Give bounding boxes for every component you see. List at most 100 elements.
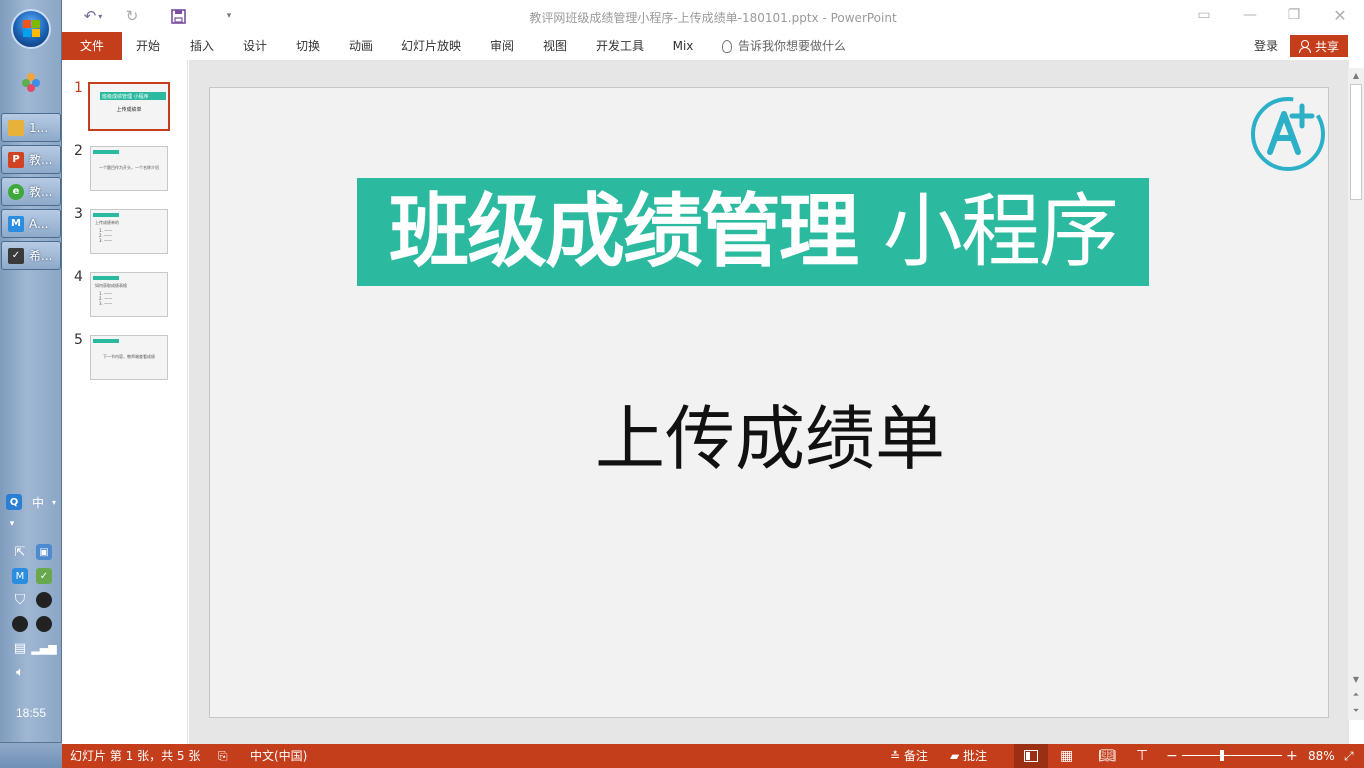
pinned-app-icon[interactable] — [22, 73, 40, 92]
app-tray-icon[interactable]: M — [12, 568, 28, 584]
status-bar: 幻灯片 第 1 张，共 5 张 ⎘ 中文(中国) ≛ 备注 ▰ 批注 ▦ 📖︎ … — [62, 744, 1364, 768]
zoom-slider[interactable] — [1182, 755, 1282, 756]
qq-penguin-icon[interactable] — [12, 616, 28, 632]
tab-developer[interactable]: 开发工具 — [590, 32, 650, 60]
spellcheck-icon[interactable]: ⎘ — [218, 744, 228, 768]
thumbnail-text: 上传成绩单的 — [95, 220, 119, 225]
ime-dropdown-icon[interactable]: ▾ — [46, 494, 62, 510]
next-slide-icon[interactable]: ⏷ — [1348, 704, 1364, 718]
window-title: 教评网班级成绩管理小程序-上传成绩单-180101.pptx - PowerPo… — [529, 11, 897, 25]
signal-bars-icon[interactable]: ▂▄▆ — [31, 640, 56, 656]
taskbar-item-powerpoint[interactable]: P 教... — [1, 145, 61, 174]
checkbox-app-icon: ✓ — [8, 247, 24, 264]
scroll-up-icon[interactable]: ▲ — [1348, 68, 1364, 82]
taskbar-item-label: 教... — [29, 185, 53, 199]
start-button[interactable] — [11, 9, 51, 49]
slide-thumbnail-3[interactable]: 上传成绩单的 1. —— 2. —— 3. —— — [90, 209, 168, 254]
comment-icon: ▰ — [950, 749, 964, 763]
tab-transitions[interactable]: 切换 — [290, 32, 326, 60]
show-desktop-button[interactable] — [0, 742, 62, 768]
slide-thumbnail-2[interactable]: 一个题目作为开头，一个名称介绍 — [90, 146, 168, 191]
slide-editing-area: 班级成绩管理 小程序 上传成绩单 — [189, 60, 1349, 744]
network-cursor-icon[interactable]: ⇱ — [12, 544, 28, 560]
vertical-scrollbar[interactable]: ▲ ▼ ⏶ ⏷ — [1348, 68, 1364, 720]
restore-button[interactable]: ❐ — [1278, 4, 1310, 26]
slide-title-box[interactable]: 班级成绩管理 小程序 — [357, 178, 1149, 286]
qq-penguin-icon[interactable] — [36, 616, 52, 632]
tab-file[interactable]: 文件 — [62, 32, 122, 60]
taskbar-item-folder[interactable]: 1... — [1, 113, 61, 142]
lightbulb-icon — [722, 39, 732, 53]
tab-insert[interactable]: 插入 — [184, 32, 220, 60]
tab-mix[interactable]: Mix — [668, 32, 698, 60]
zoom-slider-knob[interactable] — [1220, 750, 1224, 761]
share-button[interactable]: 共享 — [1290, 35, 1348, 57]
slide-thumbnail-5[interactable]: 下一节内容，教师端查看成绩 — [90, 335, 168, 380]
tab-home[interactable]: 开始 — [130, 32, 166, 60]
reading-view-icon[interactable]: 📖︎ — [1098, 744, 1116, 768]
taskbar-item-checkbox-app[interactable]: ✓ 希... — [1, 241, 61, 270]
windows-logo-icon — [23, 20, 41, 38]
comments-button[interactable]: ▰ 批注 — [950, 744, 987, 768]
tab-design[interactable]: 设计 — [237, 32, 273, 60]
ribbon-tabs: 文件 开始 插入 设计 切换 动画 幻灯片放映 审阅 视图 开发工具 Mix 告… — [62, 32, 1364, 60]
thumbnail-number: 2 — [74, 143, 83, 159]
zoom-level[interactable]: 88% — [1308, 744, 1335, 768]
thumbnail-title-bar — [93, 150, 119, 154]
folder-icon — [8, 119, 24, 136]
tab-view[interactable]: 视图 — [537, 32, 573, 60]
tell-me-text: 告诉我你想要做什么 — [738, 39, 847, 53]
ime-q-icon[interactable]: Q — [6, 494, 22, 510]
taskbar-item-app[interactable]: M A... — [1, 209, 61, 238]
thumbnail-text: 一个题目作为开头，一个名称介绍 — [99, 165, 159, 170]
thumbnail-number: 1 — [74, 80, 83, 96]
previous-slide-icon[interactable]: ⏶ — [1348, 688, 1364, 702]
thumbnail-title-bar — [93, 213, 119, 217]
ribbon-display-options-icon[interactable]: ▭ — [1188, 4, 1220, 26]
shield-icon[interactable]: ⛉ — [12, 592, 28, 608]
thumbnail-number: 4 — [74, 269, 83, 285]
system-clock[interactable]: 18:55 — [0, 706, 62, 720]
speaker-icon[interactable]: 🔈︎ — [12, 664, 28, 680]
qq-penguin-icon[interactable] — [36, 592, 52, 608]
current-slide[interactable]: 班级成绩管理 小程序 上传成绩单 — [209, 87, 1329, 718]
thumbnail-text: 上传成绩单 — [116, 107, 142, 113]
slide-title: 班级成绩管理 小程序 — [357, 178, 1149, 286]
scroll-down-icon[interactable]: ▼ — [1348, 672, 1364, 686]
clipboard-icon[interactable]: ▤ — [12, 640, 28, 656]
app-icon: M — [8, 215, 24, 232]
tray-expand-icon[interactable]: ▾ — [4, 516, 20, 532]
taskbar-item-browser[interactable]: e 教... — [1, 177, 61, 206]
minimize-button[interactable]: — — [1234, 4, 1266, 26]
thumbnail-title-bar — [93, 276, 119, 280]
title-bar: ↶ ▾ ↻ ▾ 教评网班级成绩管理小程序-上传成绩单-180101.pptx - … — [62, 0, 1364, 32]
tell-me-search[interactable]: 告诉我你想要做什么 — [722, 32, 846, 60]
slide-sorter-icon[interactable]: ▦ — [1060, 744, 1073, 768]
tab-review[interactable]: 审阅 — [484, 32, 520, 60]
tab-animations[interactable]: 动画 — [343, 32, 379, 60]
zoom-in-button[interactable]: + — [1286, 744, 1298, 768]
ime-mode-indicator[interactable]: 中 — [28, 494, 48, 510]
fit-to-window-icon[interactable]: ⤢ — [1344, 744, 1354, 768]
thumbnail-text: 如何获取成绩表格 — [95, 283, 127, 288]
notes-icon: ≛ — [890, 749, 904, 763]
slide-thumbnail-1[interactable]: 班级成绩管理 小程序 上传成绩单 — [88, 82, 170, 131]
close-button[interactable]: ✕ — [1324, 4, 1356, 26]
scrollbar-thumb[interactable] — [1350, 84, 1362, 200]
powerpoint-icon: P — [8, 151, 24, 168]
security-check-icon[interactable]: ✓ — [36, 568, 52, 584]
notes-button[interactable]: ≛ 备注 — [890, 744, 928, 768]
taskbar-item-label: 1... — [29, 120, 49, 135]
slide-thumbnail-4[interactable]: 如何获取成绩表格 1. —— 2. —— 3. —— — [90, 272, 168, 317]
zoom-out-button[interactable]: − — [1166, 744, 1178, 768]
normal-view-button[interactable] — [1014, 744, 1048, 768]
taskbar-item-label: 教... — [29, 153, 53, 167]
robot-app-icon[interactable]: ▣ — [36, 544, 52, 560]
slideshow-icon[interactable]: ⊤ — [1136, 744, 1148, 768]
windows-taskbar: 1... P 教... e 教... M A... ✓ 希... Q 中 ▾ ▾… — [0, 0, 62, 768]
thumbnail-number: 5 — [74, 332, 83, 348]
login-link[interactable]: 登录 — [1254, 32, 1278, 60]
language-indicator[interactable]: 中文(中国) — [250, 744, 307, 768]
tab-slideshow[interactable]: 幻灯片放映 — [396, 32, 466, 60]
slide-subtitle[interactable]: 上传成绩单 — [210, 383, 1330, 484]
